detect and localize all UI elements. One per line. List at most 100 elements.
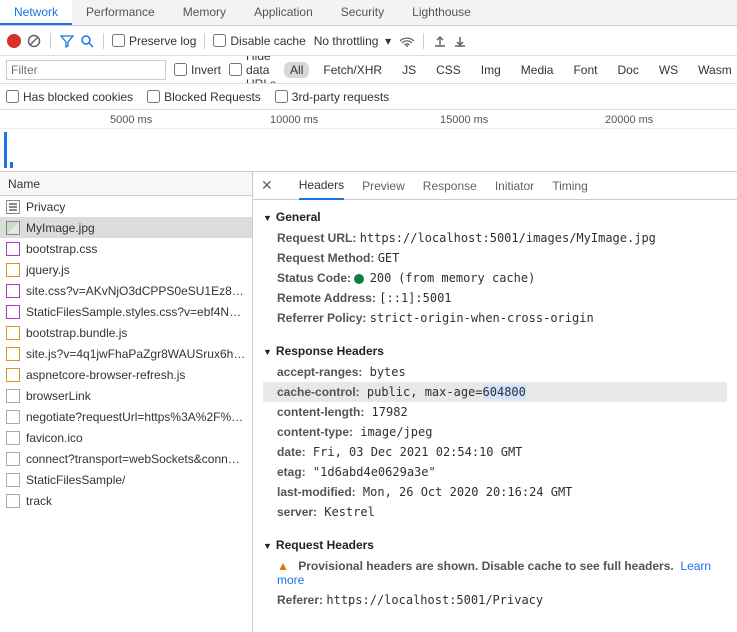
request-name: MyImage.jpg [26, 221, 95, 235]
request-row[interactable]: StaticFilesSample.styles.css?v=ebf4NvV… [0, 301, 252, 322]
status-dot-icon [354, 274, 364, 284]
download-icon[interactable] [452, 33, 468, 49]
close-details-button[interactable]: ✕ [261, 177, 273, 194]
response-header-row: date: Fri, 03 Dec 2021 02:54:10 GMT [263, 442, 727, 462]
tab-lighthouse[interactable]: Lighthouse [398, 0, 485, 25]
upload-icon[interactable] [432, 33, 448, 49]
network-toolbar: Preserve log Disable cache No throttling… [0, 26, 737, 56]
search-icon[interactable] [79, 33, 95, 49]
type-wasm[interactable]: Wasm [692, 62, 737, 78]
response-header-row: server: Kestrel [263, 502, 727, 522]
request-row[interactable]: bootstrap.css [0, 238, 252, 259]
tab-performance[interactable]: Performance [72, 0, 169, 25]
request-headers-section-header[interactable]: Request Headers [263, 534, 727, 556]
disable-cache-checkbox[interactable]: Disable cache [213, 34, 305, 48]
request-row[interactable]: browserLink [0, 385, 252, 406]
preserve-log-checkbox[interactable]: Preserve log [112, 34, 196, 48]
tick: 20000 ms [605, 114, 653, 126]
type-img[interactable]: Img [475, 62, 507, 78]
js-file-icon [6, 326, 20, 340]
blank-file-icon [6, 473, 20, 487]
type-doc[interactable]: Doc [611, 62, 644, 78]
blocked-requests-checkbox[interactable]: Blocked Requests [147, 90, 261, 104]
tab-preview[interactable]: Preview [362, 173, 405, 199]
request-row[interactable]: jquery.js [0, 259, 252, 280]
css-file-icon [6, 284, 20, 298]
timeline-overview[interactable]: 5000 ms 10000 ms 15000 ms 20000 ms [0, 110, 737, 172]
response-headers-section-header[interactable]: Response Headers [263, 340, 727, 362]
doc-file-icon [6, 200, 20, 214]
request-name: track [26, 494, 52, 508]
type-font[interactable]: Font [567, 62, 603, 78]
devtools-top-tabs: Network Performance Memory Application S… [0, 0, 737, 26]
request-name: connect?transport=webSockets&conne… [26, 452, 246, 466]
request-row[interactable]: aspnetcore-browser-refresh.js [0, 364, 252, 385]
response-header-row: etag: "1d6abd4e0629a3e" [263, 462, 727, 482]
request-row[interactable]: favicon.ico [0, 427, 252, 448]
record-button[interactable] [6, 33, 22, 49]
request-row[interactable]: bootstrap.bundle.js [0, 322, 252, 343]
blank-file-icon [6, 452, 20, 466]
tab-memory[interactable]: Memory [169, 0, 240, 25]
tab-response[interactable]: Response [423, 173, 477, 199]
request-row[interactable]: Privacy [0, 196, 252, 217]
separator [423, 33, 424, 49]
filter-input[interactable] [6, 60, 166, 80]
img-file-icon [6, 221, 20, 235]
request-details-panel: ✕ Headers Preview Response Initiator Tim… [253, 172, 737, 632]
tick: 10000 ms [270, 114, 318, 126]
general-section-header[interactable]: General [263, 206, 727, 228]
third-party-checkbox[interactable]: 3rd-party requests [275, 90, 389, 104]
tab-security[interactable]: Security [327, 0, 398, 25]
request-row[interactable]: connect?transport=webSockets&conne… [0, 448, 252, 469]
response-header-row: last-modified: Mon, 26 Oct 2020 20:16:24… [263, 482, 727, 502]
status-code: Status Code: 200 (from memory cache) [263, 268, 727, 288]
request-row[interactable]: track [0, 490, 252, 511]
request-row[interactable]: site.css?v=AKvNjO3dCPPS0eSU1Ez8T2… [0, 280, 252, 301]
blank-file-icon [6, 389, 20, 403]
request-row[interactable]: site.js?v=4q1jwFhaPaZgr8WAUSrux6hA… [0, 343, 252, 364]
filter-bar: Invert Hide data URLs All Fetch/XHR JS C… [0, 56, 737, 84]
tab-network[interactable]: Network [0, 0, 72, 25]
filter-icon[interactable] [59, 33, 75, 49]
name-column-header[interactable]: Name [0, 172, 252, 196]
provisional-warning: ▲ Provisional headers are shown. Disable… [263, 556, 727, 590]
type-css[interactable]: CSS [430, 62, 467, 78]
request-row[interactable]: MyImage.jpg [0, 217, 252, 238]
filter-bar-2: Has blocked cookies Blocked Requests 3rd… [0, 84, 737, 110]
request-row[interactable]: negotiate?requestUrl=https%3A%2F%2… [0, 406, 252, 427]
request-name: negotiate?requestUrl=https%3A%2F%2… [26, 410, 246, 424]
request-list-panel: Name Privacy MyImage.jpg bootstrap.css jque… [0, 172, 253, 632]
throttling-select[interactable]: No throttling ▾ [310, 34, 395, 48]
tab-initiator[interactable]: Initiator [495, 173, 534, 199]
remote-address: Remote Address: [::1]:5001 [263, 288, 727, 308]
request-name: aspnetcore-browser-refresh.js [26, 368, 185, 382]
referer-header: Referer: https://localhost:5001/Privacy [263, 590, 727, 610]
separator [103, 33, 104, 49]
blank-file-icon [6, 431, 20, 445]
request-name: bootstrap.bundle.js [26, 326, 127, 340]
type-all[interactable]: All [284, 62, 309, 78]
clear-button[interactable] [26, 33, 42, 49]
tab-application[interactable]: Application [240, 0, 327, 25]
type-js[interactable]: JS [396, 62, 422, 78]
js-file-icon [6, 263, 20, 277]
type-ws[interactable]: WS [653, 62, 684, 78]
detail-tabs: ✕ Headers Preview Response Initiator Tim… [253, 172, 737, 200]
tab-headers[interactable]: Headers [299, 172, 344, 200]
css-file-icon [6, 305, 20, 319]
has-blocked-cookies-checkbox[interactable]: Has blocked cookies [6, 90, 133, 104]
type-fetchxhr[interactable]: Fetch/XHR [317, 62, 388, 78]
request-name: favicon.ico [26, 431, 83, 445]
js-file-icon [6, 347, 20, 361]
request-name: site.css?v=AKvNjO3dCPPS0eSU1Ez8T2… [26, 284, 246, 298]
tab-timing[interactable]: Timing [552, 173, 588, 199]
request-name: bootstrap.css [26, 242, 97, 256]
hide-data-urls-checkbox[interactable]: Hide data URLs [229, 56, 276, 84]
network-conditions-icon[interactable] [399, 33, 415, 49]
request-row[interactable]: StaticFilesSample/ [0, 469, 252, 490]
blank-file-icon [6, 410, 20, 424]
invert-checkbox[interactable]: Invert [174, 63, 221, 77]
type-media[interactable]: Media [515, 62, 560, 78]
referrer-policy: Referrer Policy: strict-origin-when-cros… [263, 308, 727, 328]
